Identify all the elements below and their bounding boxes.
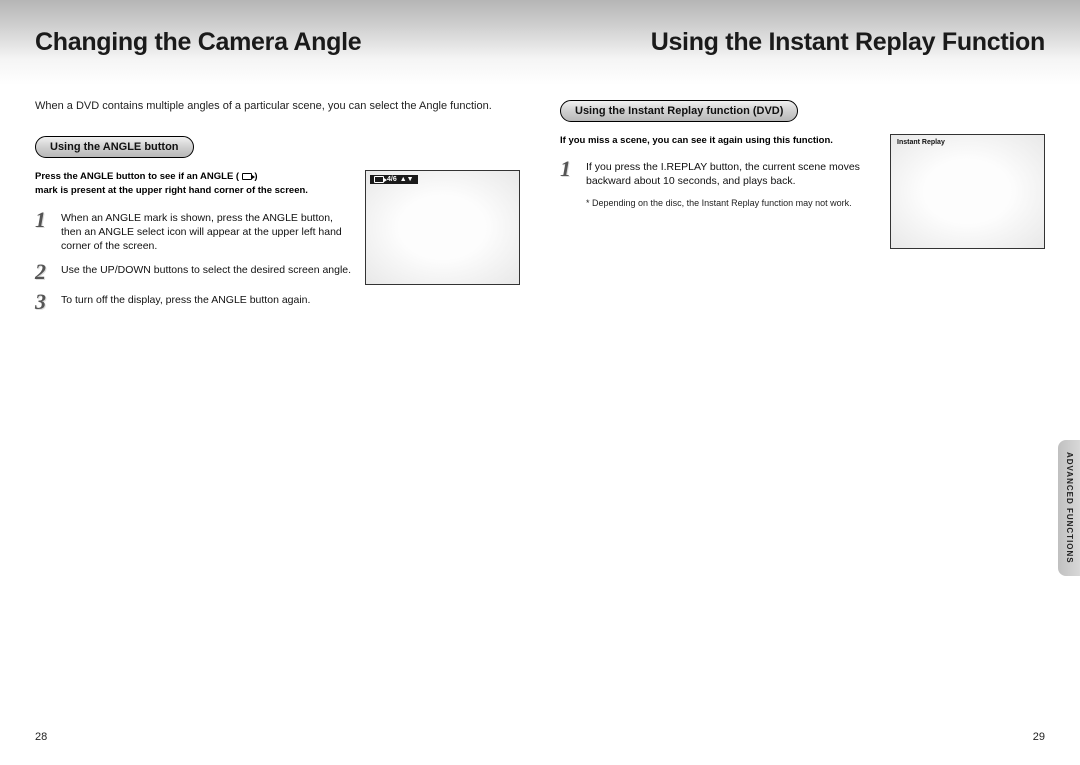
section-pill-replay: Using the Instant Replay function (DVD) (560, 100, 798, 122)
left-column: When a DVD contains multiple angles of a… (35, 100, 520, 725)
camera-icon (374, 176, 384, 183)
step-text: Use the UP/DOWN buttons to select the de… (61, 261, 351, 277)
page-number-right: 29 (1033, 731, 1045, 743)
step-text: If you press the I.REPLAY button, the cu… (586, 158, 878, 188)
section-body-right: If you miss a scene, you can see it agai… (560, 134, 1045, 249)
step-1-right: 1 If you press the I.REPLAY button, the … (560, 158, 878, 188)
step-1-left: 1 When an ANGLE mark is shown, press the… (35, 209, 353, 254)
step-2-left: 2 Use the UP/DOWN buttons to select the … (35, 261, 353, 283)
replay-label: Instant Replay (897, 139, 945, 146)
bold-intro-part3: mark is present at the upper right hand … (35, 185, 308, 196)
step-3-left: 3 To turn off the display, press the ANG… (35, 291, 353, 313)
text-column-right: If you miss a scene, you can see it agai… (560, 134, 878, 209)
step-text: To turn off the display, press the ANGLE… (61, 291, 310, 307)
section-pill-angle: Using the ANGLE button (35, 136, 194, 158)
camera-icon (242, 173, 252, 180)
up-down-icon: ▲▼ (400, 176, 414, 183)
right-column: Using the Instant Replay function (DVD) … (560, 100, 1045, 725)
bold-intro-left: Press the ANGLE button to see if an ANGL… (35, 170, 353, 199)
content-area: When a DVD contains multiple angles of a… (0, 85, 1080, 725)
section-body-left: Press the ANGLE button to see if an ANGL… (35, 170, 520, 321)
bold-intro-part2: ) (254, 171, 257, 182)
bold-intro-part1: Press the ANGLE button to see if an ANGL… (35, 171, 239, 182)
page-header: Changing the Camera Angle Using the Inst… (0, 0, 1080, 85)
bold-intro-right: If you miss a scene, you can see it agai… (560, 134, 878, 148)
step-number: 2 (35, 261, 53, 283)
page-footer: 28 29 (35, 731, 1045, 743)
title-left: Changing the Camera Angle (35, 28, 361, 57)
screen-preview-replay: Instant Replay (890, 134, 1045, 249)
text-column-left: Press the ANGLE button to see if an ANGL… (35, 170, 353, 321)
title-right: Using the Instant Replay Function (651, 28, 1045, 57)
step-number: 3 (35, 291, 53, 313)
step-number: 1 (35, 209, 53, 231)
screen-preview-angle: 4/6 ▲▼ (365, 170, 520, 285)
step-text: When an ANGLE mark is shown, press the A… (61, 209, 353, 254)
step-number: 1 (560, 158, 578, 180)
page-number-left: 28 (35, 731, 47, 743)
intro-text: When a DVD contains multiple angles of a… (35, 100, 520, 112)
angle-counter: 4/6 (387, 176, 397, 183)
section-tab: ADVANCED FUNCTIONS (1058, 440, 1080, 576)
screen-overlay-angle: 4/6 ▲▼ (370, 175, 418, 184)
footnote: * Depending on the disc, the Instant Rep… (586, 197, 878, 210)
